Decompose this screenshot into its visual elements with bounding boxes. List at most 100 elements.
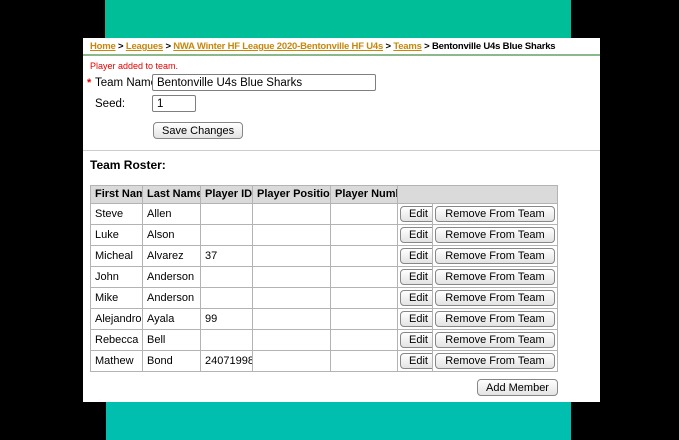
breadcrumb-link[interactable]: Leagues — [126, 41, 163, 52]
section-divider — [83, 150, 600, 151]
remove-button[interactable]: Remove From Team — [435, 311, 554, 327]
cell-last-name: Bell — [143, 330, 201, 351]
col-first-name: First Name — [91, 186, 143, 204]
cell-player-position — [253, 246, 331, 267]
roster-table: First Name Last Name Player ID Player Po… — [90, 185, 558, 372]
edit-button[interactable]: Edit — [400, 353, 433, 369]
cell-edit: Edit — [398, 225, 433, 246]
cell-player-position — [253, 351, 331, 372]
cell-edit: Edit — [398, 351, 433, 372]
roster-row: Steve Allen Edit Remove From Team — [91, 204, 558, 225]
edit-button[interactable]: Edit — [400, 269, 433, 285]
edit-button[interactable]: Edit — [400, 206, 433, 222]
roster-row: Luke Alson Edit Remove From Team — [91, 225, 558, 246]
roster-row: Micheal Alvarez 37 Edit Remove From Team — [91, 246, 558, 267]
cell-player-id — [201, 330, 253, 351]
breadcrumb-separator: > — [163, 41, 173, 52]
cell-player-position — [253, 288, 331, 309]
cell-player-id: 99 — [201, 309, 253, 330]
cell-player-id — [201, 225, 253, 246]
cell-player-id: 24071998 — [201, 351, 253, 372]
cell-last-name: Bond — [143, 351, 201, 372]
cell-last-name: Anderson — [143, 267, 201, 288]
cell-last-name: Alson — [143, 225, 201, 246]
cell-player-position — [253, 204, 331, 225]
roster-heading: Team Roster: — [90, 158, 166, 172]
cell-remove: Remove From Team — [433, 351, 558, 372]
save-changes-button[interactable]: Save Changes — [153, 122, 243, 139]
cell-edit: Edit — [398, 204, 433, 225]
team-name-label: Team Name: — [95, 77, 160, 89]
cell-edit: Edit — [398, 288, 433, 309]
cell-last-name: Anderson — [143, 288, 201, 309]
cell-edit: Edit — [398, 309, 433, 330]
team-page: Home > Leagues > NWA Winter HF League 20… — [83, 38, 600, 402]
cell-first-name: John — [91, 267, 143, 288]
remove-button[interactable]: Remove From Team — [435, 290, 554, 306]
cell-remove: Remove From Team — [433, 288, 558, 309]
cell-first-name: Alejandro — [91, 309, 143, 330]
remove-button[interactable]: Remove From Team — [435, 248, 554, 264]
edit-button[interactable]: Edit — [400, 332, 433, 348]
cell-player-number — [331, 288, 398, 309]
breadcrumb-link[interactable]: Teams — [393, 41, 421, 52]
cell-remove: Remove From Team — [433, 309, 558, 330]
team-name-input[interactable] — [152, 74, 376, 91]
cell-player-position — [253, 225, 331, 246]
cell-last-name: Alvarez — [143, 246, 201, 267]
desktop-background: Home > Leagues > NWA Winter HF League 20… — [0, 0, 679, 440]
cell-first-name: Steve — [91, 204, 143, 225]
cell-last-name: Allen — [143, 204, 201, 225]
cell-player-id — [201, 288, 253, 309]
add-member-button[interactable]: Add Member — [477, 379, 558, 396]
col-actions — [398, 186, 558, 204]
remove-button[interactable]: Remove From Team — [435, 353, 554, 369]
roster-row: Alejandro Ayala 99 Edit Remove From Team — [91, 309, 558, 330]
cell-player-id — [201, 204, 253, 225]
col-player-id: Player ID — [201, 186, 253, 204]
remove-button[interactable]: Remove From Team — [435, 206, 554, 222]
breadcrumb-current: Bentonville U4s Blue Sharks — [432, 41, 555, 52]
roster-row: Rebecca Bell Edit Remove From Team — [91, 330, 558, 351]
cell-player-number — [331, 225, 398, 246]
roster-header-row: First Name Last Name Player ID Player Po… — [91, 186, 558, 204]
status-message: Player added to team. — [90, 61, 178, 71]
cell-player-number — [331, 309, 398, 330]
edit-button[interactable]: Edit — [400, 248, 433, 264]
remove-button[interactable]: Remove From Team — [435, 332, 554, 348]
seed-input[interactable] — [152, 95, 196, 112]
cell-remove: Remove From Team — [433, 204, 558, 225]
cell-first-name: Micheal — [91, 246, 143, 267]
cell-remove: Remove From Team — [433, 267, 558, 288]
roster-row: John Anderson Edit Remove From Team — [91, 267, 558, 288]
breadcrumb-link[interactable]: NWA Winter HF League 2020-Bentonville HF… — [173, 41, 383, 52]
cell-first-name: Luke — [91, 225, 143, 246]
cell-player-number — [331, 204, 398, 225]
edit-button[interactable]: Edit — [400, 227, 433, 243]
cell-player-id: 37 — [201, 246, 253, 267]
seed-label: Seed: — [95, 98, 125, 110]
cell-first-name: Mike — [91, 288, 143, 309]
roster-body: Steve Allen Edit Remove From Team Luke A… — [91, 204, 558, 372]
cell-remove: Remove From Team — [433, 246, 558, 267]
cell-player-position — [253, 309, 331, 330]
remove-button[interactable]: Remove From Team — [435, 269, 554, 285]
cell-edit: Edit — [398, 267, 433, 288]
edit-button[interactable]: Edit — [400, 290, 433, 306]
required-marker: * — [87, 77, 91, 89]
cell-first-name: Rebecca — [91, 330, 143, 351]
breadcrumb-separator: > — [383, 41, 393, 52]
breadcrumb-separator: > — [422, 41, 432, 52]
edit-button[interactable]: Edit — [400, 311, 433, 327]
cell-last-name: Ayala — [143, 309, 201, 330]
cell-player-position — [253, 267, 331, 288]
breadcrumb-link[interactable]: Home — [90, 41, 116, 52]
cell-remove: Remove From Team — [433, 225, 558, 246]
cell-player-number — [331, 330, 398, 351]
breadcrumb: Home > Leagues > NWA Winter HF League 20… — [83, 38, 600, 56]
remove-button[interactable]: Remove From Team — [435, 227, 554, 243]
roster-row: Mathew Bond 24071998 Edit Remove From Te… — [91, 351, 558, 372]
roster-row: Mike Anderson Edit Remove From Team — [91, 288, 558, 309]
cell-edit: Edit — [398, 246, 433, 267]
cell-player-number — [331, 351, 398, 372]
